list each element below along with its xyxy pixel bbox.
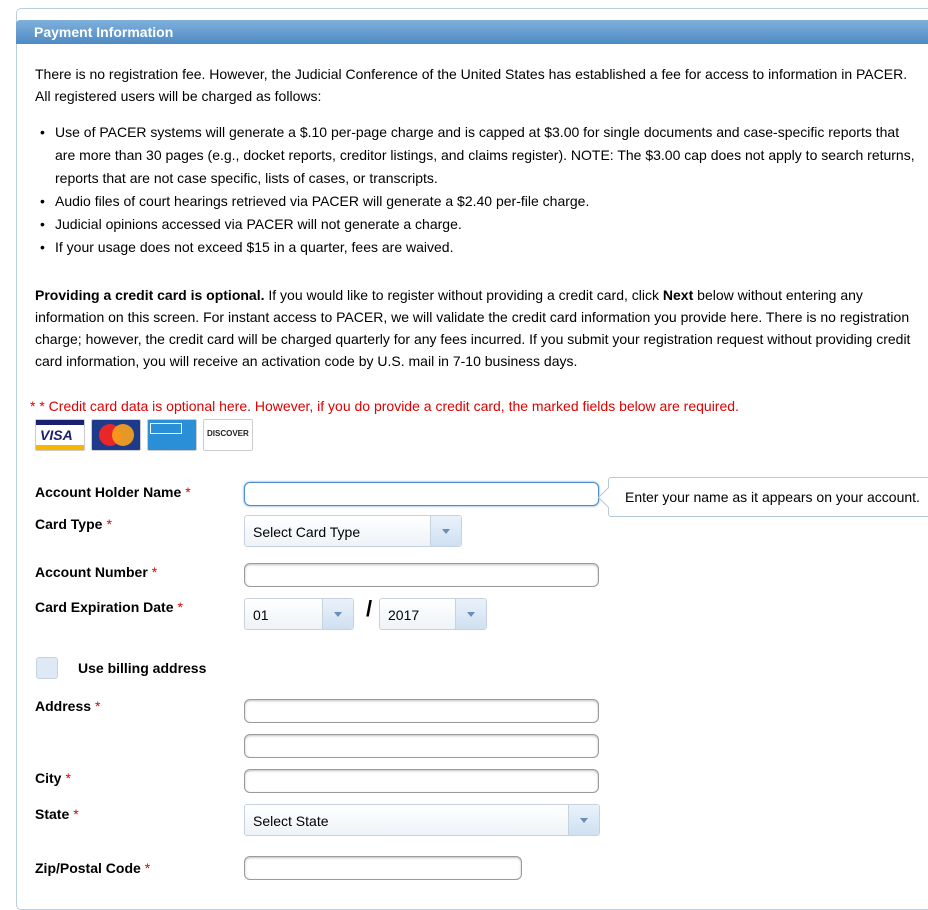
visa-logo: VISA [35,419,85,451]
next-word: Next [662,287,694,303]
address-line1-input[interactable] [244,699,599,723]
chevron-down-icon[interactable] [322,599,353,629]
required-mark: * [106,516,112,532]
list-item: Judicial opinions accessed via PACER wil… [35,213,915,236]
expiration-year-value: 2017 [388,607,420,623]
city-input[interactable] [244,769,599,793]
chevron-down-icon[interactable] [568,805,599,835]
chevron-down-icon[interactable] [430,516,461,546]
use-billing-address-checkbox[interactable] [36,657,58,679]
visa-logo-text: VISA [40,427,73,443]
optional-credit-card-text: Providing a credit card is optional. If … [35,284,915,372]
intro-text: There is no registration fee. However, t… [35,66,908,104]
list-item: Use of PACER systems will generate a $.1… [35,121,915,190]
discover-logo: DISCOVER [203,419,253,451]
state-select[interactable]: Select State [244,804,600,836]
mastercard-logo [91,419,141,451]
list-item: If your usage does not exceed $15 in a q… [35,236,915,259]
card-type-label: Card Type * [35,516,112,532]
account-number-input[interactable] [244,563,599,587]
required-mark: * [73,806,79,822]
account-number-label: Account Number * [35,564,158,580]
required-mark: * [144,860,151,876]
required-mark: * [95,698,101,714]
card-type-select[interactable]: Select Card Type [244,515,462,547]
address-line2-input[interactable] [244,734,599,758]
expiration-month-value: 01 [253,607,269,623]
list-item: Audio files of court hearings retrieved … [35,190,915,213]
zip-input[interactable] [244,856,522,880]
card-type-value: Select Card Type [253,524,361,540]
required-mark: * [177,599,183,615]
panel-title: Payment Information [16,20,928,44]
fee-list: Use of PACER systems will generate a $.1… [35,121,915,259]
account-holder-tooltip: Enter your name as it appears on your ac… [597,477,928,517]
required-mark: * [151,564,158,580]
required-fields-note: * * Credit card data is optional here. H… [30,398,739,414]
expiration-year-select[interactable]: 2017 [379,598,487,630]
city-label: City * [35,770,71,786]
state-label: State * [35,806,79,822]
use-billing-address-label: Use billing address [78,660,207,676]
zip-label: Zip/Postal Code * [35,860,151,876]
chevron-down-icon[interactable] [455,599,486,629]
required-mark: * [185,484,191,500]
account-holder-label: Account Holder Name * [35,484,191,500]
discover-logo-text: DISCOVER [207,429,249,438]
expiration-month-select[interactable]: 01 [244,598,354,630]
state-value: Select State [253,813,329,829]
account-holder-input[interactable] [244,482,599,506]
american-express-logo [147,419,197,451]
tooltip-text: Enter your name as it appears on your ac… [625,489,920,505]
date-separator: / [366,596,373,621]
address-label: Address * [35,698,101,714]
optional-text-1: If you would like to register without pr… [264,287,663,303]
expiration-label: Card Expiration Date * [35,599,183,615]
optional-lead: Providing a credit card is optional. [35,287,265,303]
required-mark: * [65,770,71,786]
